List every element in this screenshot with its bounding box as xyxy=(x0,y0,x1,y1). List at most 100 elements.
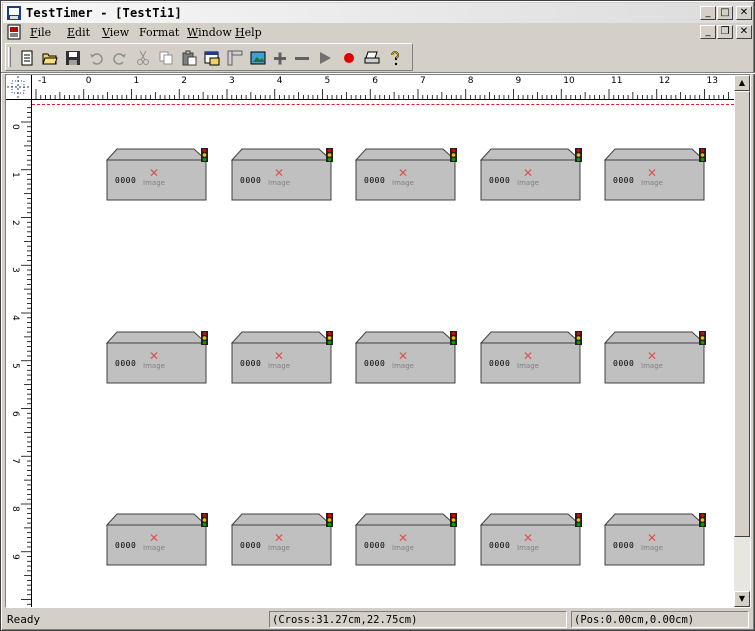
menu-help-mnemonic: H xyxy=(235,26,245,39)
traffic-light-icon xyxy=(575,148,582,162)
copy-icon[interactable] xyxy=(155,47,177,69)
traffic-light-icon xyxy=(699,331,706,345)
save-icon[interactable] xyxy=(62,47,84,69)
menu-format[interactable]: Format xyxy=(139,26,179,39)
menu-file[interactable]: File xyxy=(30,26,51,39)
broken-image-icon: ✕ xyxy=(397,531,409,545)
timer-device[interactable]: 0000 ✕ Image xyxy=(231,331,335,385)
title-bar[interactable]: TestTimer - [TestTi1] _ □ ✕ xyxy=(3,3,752,23)
menu-edit-mnemonic: E xyxy=(67,26,76,39)
timer-device[interactable]: 0000 ✕ Image xyxy=(106,148,210,202)
timer-device[interactable]: 0000 ✕ Image xyxy=(604,513,708,567)
new-icon[interactable] xyxy=(16,47,38,69)
document-icon[interactable] xyxy=(6,24,22,40)
mdi-close-button[interactable]: ✕ xyxy=(736,25,752,39)
ruler-h-label: 12 xyxy=(658,76,671,86)
close-button[interactable]: ✕ xyxy=(736,6,752,20)
image-placeholder: ✕ Image xyxy=(267,167,291,187)
traffic-light-icon xyxy=(575,331,582,345)
menu-help[interactable]: Help xyxy=(235,26,262,39)
ruler-h-label: 6 xyxy=(372,76,378,86)
timer-device[interactable]: 0000 ✕ Image xyxy=(480,331,584,385)
menu-view[interactable]: View xyxy=(102,26,129,39)
timer-device[interactable]: 0000 ✕ Image xyxy=(604,331,708,385)
menu-view-label: iew xyxy=(109,26,130,39)
open-icon[interactable] xyxy=(39,47,61,69)
undo-icon[interactable] xyxy=(86,47,108,69)
device-digits: 0000 xyxy=(613,176,635,185)
timer-device[interactable]: 0000 ✕ Image xyxy=(231,513,335,567)
ruler-v-label: 4 xyxy=(10,315,20,321)
timer-device[interactable]: 0000 ✕ Image xyxy=(231,148,335,202)
traffic-light-icon xyxy=(450,148,457,162)
image-label: Image xyxy=(641,544,663,552)
cut-icon[interactable] xyxy=(132,47,154,69)
play-icon[interactable] xyxy=(314,47,336,69)
print-icon[interactable] xyxy=(361,47,383,69)
ruler-v-label: 2 xyxy=(10,219,20,226)
paste-icon[interactable] xyxy=(178,47,200,69)
device-digits: 0000 xyxy=(240,176,262,185)
timer-device[interactable]: 0000 ✕ Image xyxy=(355,148,459,202)
ruler-corner[interactable] xyxy=(6,75,32,100)
timer-device[interactable]: 0000 ✕ Image xyxy=(106,331,210,385)
timer-device[interactable]: 0000 ✕ Image xyxy=(480,513,584,567)
traffic-light-icon xyxy=(201,148,208,162)
zoom-out-icon[interactable] xyxy=(291,47,313,69)
ruler-icon[interactable] xyxy=(224,47,246,69)
vertical-scrollbar[interactable]: ▲ ▼ xyxy=(734,75,750,607)
image-label: Image xyxy=(143,179,165,187)
image-label: Image xyxy=(641,362,663,370)
mdi-restore-button[interactable]: ❐ xyxy=(717,25,733,39)
maximize-button[interactable]: □ xyxy=(717,6,733,20)
image-placeholder: ✕ Image xyxy=(391,532,415,552)
image-placeholder: ✕ Image xyxy=(267,532,291,552)
minimize-button[interactable]: _ xyxy=(700,6,716,20)
timer-device[interactable]: 0000 ✕ Image xyxy=(355,331,459,385)
menu-bar: File Edit View Format Window Help _ ❐ ✕ xyxy=(3,23,752,42)
ruler-h-label: 5 xyxy=(324,76,331,86)
scroll-up-button[interactable]: ▲ xyxy=(734,75,750,91)
image-placeholder: ✕ Image xyxy=(516,350,540,370)
vertical-ruler[interactable]: 0 1 2 3 4 5 6 7 8 9 xyxy=(6,100,32,607)
scroll-down-button[interactable]: ▼ xyxy=(734,591,750,607)
ruler-origin-icon xyxy=(7,76,30,98)
timer-device[interactable]: 0000 ✕ Image xyxy=(106,513,210,567)
toolbar-grip[interactable] xyxy=(8,47,11,67)
document-area[interactable]: -1 0 1 2 3 4 5 6 7 8 9 10 11 12 13 0123456789 0000 ✕ Ima… xyxy=(5,74,751,608)
device-digits: 0000 xyxy=(489,541,511,550)
record-icon[interactable] xyxy=(338,47,360,69)
traffic-light-icon xyxy=(326,513,333,527)
image-placeholder: ✕ Image xyxy=(267,350,291,370)
broken-image-icon: ✕ xyxy=(273,531,285,545)
redo-icon[interactable] xyxy=(108,47,130,69)
mdi-minimize-button[interactable]: _ xyxy=(700,25,716,39)
status-pos: (Pos:0.00cm,0.00cm) xyxy=(571,611,749,628)
broken-image-icon: ✕ xyxy=(646,166,658,180)
status-ready: Ready xyxy=(7,613,41,626)
menu-edit-label: dit xyxy=(75,26,91,39)
horizontal-ruler[interactable]: -1 0 1 2 3 4 5 6 7 8 9 10 11 12 13 xyxy=(32,75,734,100)
scroll-thumb[interactable] xyxy=(734,91,750,537)
window-title: TestTimer - [TestTi1] xyxy=(26,6,182,20)
image-placeholder: ✕ Image xyxy=(391,167,415,187)
timer-device[interactable]: 0000 ✕ Image xyxy=(604,148,708,202)
image-label: Image xyxy=(517,544,539,552)
timer-device[interactable]: 0000 ✕ Image xyxy=(355,513,459,567)
picture-icon[interactable] xyxy=(247,47,269,69)
properties-icon[interactable] xyxy=(201,47,223,69)
menu-edit[interactable]: Edit xyxy=(67,26,90,39)
ruler-h-label: 2 xyxy=(181,76,187,86)
menu-window[interactable]: Window xyxy=(187,26,232,39)
image-placeholder: ✕ Image xyxy=(142,167,166,187)
image-placeholder: ✕ Image xyxy=(516,532,540,552)
device-digits: 0000 xyxy=(489,176,511,185)
traffic-light-icon xyxy=(201,513,208,527)
image-label: Image xyxy=(641,179,663,187)
menu-window-label: indow xyxy=(198,26,232,39)
image-label: Image xyxy=(143,362,165,370)
timer-device[interactable]: 0000 ✕ Image xyxy=(480,148,584,202)
image-placeholder: ✕ Image xyxy=(142,532,166,552)
zoom-in-icon[interactable] xyxy=(269,47,291,69)
help-icon[interactable] xyxy=(384,47,406,69)
